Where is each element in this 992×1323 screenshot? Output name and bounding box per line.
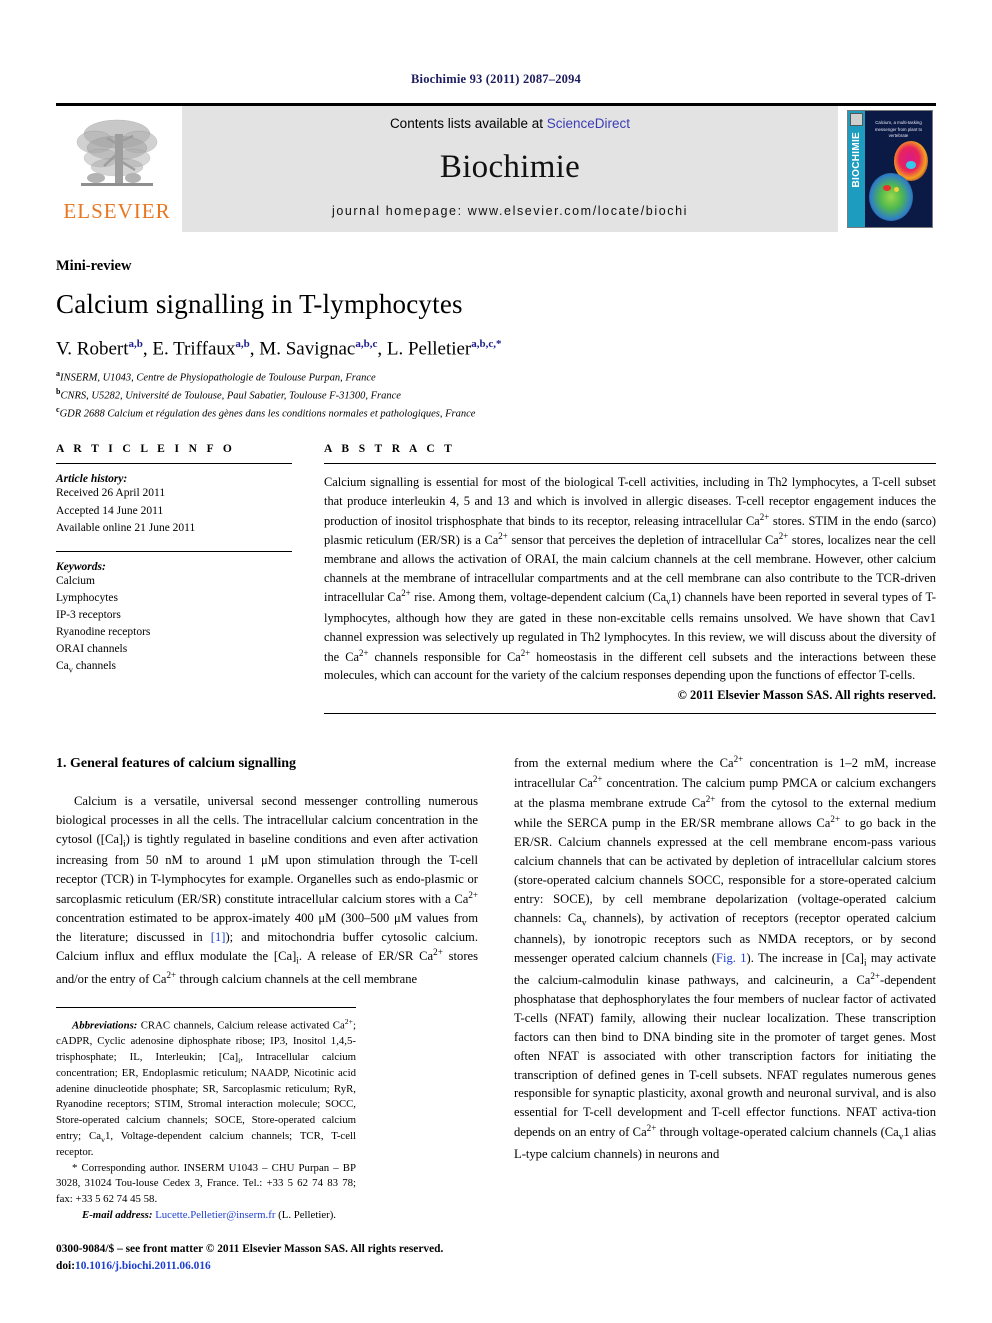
elsevier-tree-icon	[76, 119, 158, 186]
keyword-item: ORAI channels	[56, 642, 128, 655]
journal-article-page: Biochimie 93 (2011) 2087–2094 ELSEVIER C…	[0, 0, 992, 1323]
article-type-kicker: Mini-review	[56, 258, 132, 274]
body-columns: 1. General features of calcium signallin…	[56, 753, 936, 1275]
body-paragraph-left: Calcium is a versatile, universal second…	[56, 793, 479, 986]
divider	[324, 712, 936, 714]
cover-title-text: Calcium, a multi-tasking messenger from …	[874, 120, 923, 139]
contents-available-line: Contents lists available at ScienceDirec…	[390, 116, 630, 131]
author-affiliation-marker: a,b	[235, 338, 250, 350]
article-history-item: Received 26 April 2011	[56, 487, 166, 500]
section-heading-1: 1. General features of calcium signallin…	[56, 755, 297, 771]
keyword-item: Calcium	[56, 574, 95, 587]
email-link[interactable]: Lucette.Pelletier@inserm.fr	[155, 1209, 275, 1221]
author-name: L. Pelletier	[386, 338, 472, 360]
divider	[56, 550, 292, 552]
doi-link[interactable]: 10.1016/j.biochi.2011.06.016	[75, 1260, 211, 1272]
keyword-item: IP-3 receptors	[56, 608, 121, 621]
page-title: Calcium signalling in T-lymphocytes	[56, 289, 463, 319]
journal-cover-thumbnail: BIOCHIMIE Calcium, a multi-tasking messe…	[844, 106, 936, 232]
footnote-area: Abbreviations: CRAC channels, Calcium re…	[56, 1006, 356, 1224]
cover-box: BIOCHIMIE Calcium, a multi-tasking messe…	[847, 110, 933, 228]
abstract-heading: A B S T R A C T	[324, 443, 456, 456]
doi-label: doi:	[56, 1259, 75, 1272]
divider	[56, 463, 292, 465]
body-column-right: from the external medium where the Ca2+ …	[514, 753, 936, 1275]
footnote-abbreviations: Abbreviations: CRAC channels, Calcium re…	[56, 1016, 356, 1159]
cover-artwork: Calcium, a multi-tasking messenger from …	[865, 111, 932, 227]
divider	[324, 463, 936, 465]
affiliation-item: cGDR 2688 Calcium et régulation des gène…	[56, 404, 476, 420]
journal-name: Biochimie	[439, 149, 581, 185]
author-list: V. Roberta,b, E. Triffauxa,b, M. Savigna…	[56, 338, 502, 360]
elsevier-logo: ELSEVIER	[56, 106, 178, 232]
cover-cell-red-nucleus	[906, 161, 916, 169]
cover-cell-green	[869, 173, 913, 221]
cover-cell-green-spot-red	[883, 185, 891, 191]
cover-spine-text: BIOCHIMIE	[851, 132, 862, 188]
abstract-copyright: © 2011 Elsevier Masson SAS. All rights r…	[677, 687, 936, 702]
article-info-heading: A R T I C L E I N F O	[56, 443, 236, 456]
keywords-label: Keywords:	[56, 560, 106, 573]
sciencedirect-link[interactable]: ScienceDirect	[547, 116, 630, 131]
body-column-left: 1. General features of calcium signallin…	[56, 753, 478, 1275]
citation-link[interactable]: [1]	[211, 930, 226, 944]
affiliation-item: bCNRS, U5282, Université de Toulouse, Pa…	[56, 387, 401, 402]
author-name: M. Savignac	[259, 338, 356, 360]
abstract-text: Calcium signalling is essential for most…	[324, 475, 937, 683]
cover-cell-green-spot-yellow	[894, 187, 899, 192]
article-info-panel: A R T I C L E I N F O Article history: R…	[56, 443, 292, 722]
contents-prefix: Contents lists available at	[389, 116, 547, 131]
spine-logo-icon	[850, 113, 863, 126]
body-paragraph-right: from the external medium where the Ca2+ …	[514, 753, 937, 1161]
affiliation-list: aINSERM, U1043, Centre de Physiopatholog…	[56, 368, 936, 421]
article-history-list: Received 26 April 2011 Accepted 14 June 2…	[56, 485, 292, 536]
author-affiliation-marker: a,b,c,*	[471, 338, 502, 350]
figure-link[interactable]: Fig. 1	[716, 951, 747, 965]
cover-spine: BIOCHIMIE	[848, 111, 865, 227]
keyword-item: Ryanodine receptors	[56, 625, 151, 638]
author-name: E. Triffaux	[152, 338, 236, 360]
issn-text: 0300-9084/$ – see front matter © 2011 El…	[56, 1243, 444, 1256]
title-block: Mini-review Calcium signalling in T-lymp…	[56, 258, 936, 421]
banner-center: Contents lists available at ScienceDirec…	[182, 106, 838, 232]
journal-banner: ELSEVIER Contents lists available at Sci…	[56, 103, 936, 232]
author-name: V. Robert	[56, 338, 129, 360]
keyword-item: Cav channels	[56, 659, 117, 674]
article-history-label: Article history:	[56, 473, 128, 486]
article-history-item: Available online 21 June 2011	[56, 521, 196, 534]
running-head: Biochimie 93 (2011) 2087–2094	[410, 72, 582, 86]
keywords-list: Calcium Lymphocytes IP-3 receptors Ryanodin…	[56, 573, 292, 677]
author-affiliation-marker: a,b	[128, 338, 143, 350]
issn-copyright-line: 0300-9084/$ – see front matter © 2011 El…	[56, 1241, 478, 1274]
info-abstract-row: A R T I C L E I N F O Article history: R…	[56, 443, 936, 722]
footnote-corresponding-author: * Corresponding author. INSERM U1043 – C…	[56, 1161, 356, 1206]
elsevier-wordmark: ELSEVIER	[63, 199, 171, 223]
author-affiliation-marker: a,b,c	[355, 338, 378, 350]
affiliation-item: aINSERM, U1043, Centre de Physiopatholog…	[56, 369, 376, 384]
footnote-email: E-mail address: Lucette.Pelletier@inserm…	[82, 1208, 337, 1221]
journal-homepage-line[interactable]: journal homepage: www.elsevier.com/locat…	[332, 204, 688, 218]
article-history-item: Accepted 14 June 2011	[56, 504, 164, 517]
keyword-item: Lymphocytes	[56, 591, 118, 604]
abstract-panel: A B S T R A C T Calcium signalling is es…	[324, 443, 936, 722]
